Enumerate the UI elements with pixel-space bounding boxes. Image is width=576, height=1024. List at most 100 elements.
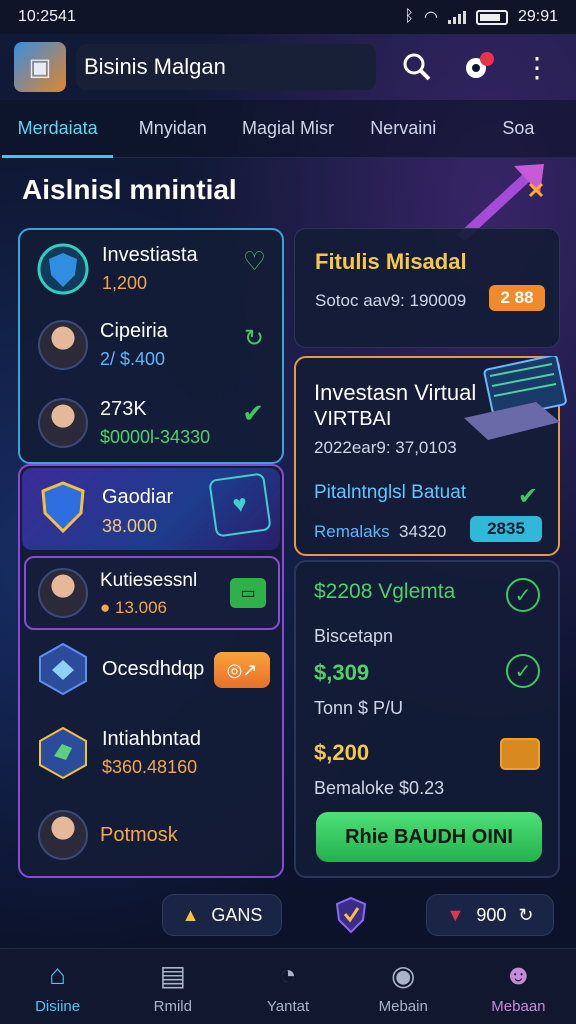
summary-item: Tonn $ P/U [314, 698, 404, 718]
tab-bar: Merdaiata Mnyidan Magial Misr Nervaini S… [0, 100, 576, 158]
status-time: 10:2541 [18, 8, 76, 25]
summary-title: $2208 Vglemta [314, 580, 456, 603]
app-title-text: Bisinis Malgan [84, 54, 226, 79]
summary-card: $2208 Vglemta ✓ Biscetapn $,309 ✓ Tonn $… [294, 560, 560, 878]
shield-icon [36, 242, 90, 296]
avatar [38, 810, 88, 860]
chart-icon: ◔ [279, 959, 297, 990]
list-item-name: Investiasta [102, 244, 198, 266]
status-right-text: 29:91 [517, 8, 558, 25]
nav-label: Rmild [153, 998, 192, 1015]
portfolio-card: Gaodiar 38.000 ♥ Kutiesessnl ● 13.006 ▭ … [18, 464, 284, 878]
gans-chip[interactable]: ▲ GANS [162, 894, 282, 936]
list-item[interactable]: 273K $0000l-34330 [38, 398, 210, 448]
list-item-value: 1,200 [102, 273, 148, 293]
list-item-value: ● 13.006 [100, 598, 167, 617]
virtual-footer: Remalaks 34320 [314, 522, 447, 541]
virtual-title-2: VIRTBAI [314, 408, 392, 430]
battery-icon [475, 9, 508, 25]
status-icons: ᛒ ◠ 29:91 [404, 7, 558, 27]
document-icon: ♥ [208, 472, 272, 538]
cta-button[interactable]: Rhie BAUDH OINI [316, 812, 542, 862]
check-icon: ✔ [242, 398, 264, 428]
city-banner[interactable]: Gaodiar 38.000 ♥ [22, 468, 280, 550]
app-bar: ▣ Bisinis Malgan ⋮ [0, 34, 576, 100]
refresh-icon: ↻ [243, 325, 264, 352]
shield-icon[interactable] [334, 896, 368, 934]
status-bar: 10:2541 ᛒ ◠ 29:91 [0, 0, 576, 34]
featured-card[interactable]: Fitulis Misadal Sotoc aav9: 190009 2 88 [294, 228, 560, 348]
check-circle-icon: ✓ [506, 654, 540, 688]
list-item-name: Ocesdhdqp [102, 657, 205, 680]
notification-icon[interactable] [460, 50, 494, 84]
summary-item: Biscetapn [314, 626, 394, 646]
banner-title: Gaodiar [102, 486, 174, 508]
tab-magial-misr[interactable]: Magial Misr [230, 100, 345, 157]
coin-button[interactable]: ◎↗ [214, 652, 270, 688]
nav-profile[interactable]: ☻ Mebaan [461, 949, 576, 1024]
summary-item: Bemaloke $0.23 [314, 778, 445, 798]
pin-icon: ◉ [390, 959, 416, 991]
tab-soa[interactable]: Soa [461, 100, 576, 157]
bluetooth-icon: ᛒ [404, 8, 414, 25]
nav-label: Yantat [266, 998, 310, 1015]
list-item[interactable]: Cipeiria 2/ $.400 [38, 320, 168, 370]
summary-item: $,200 [314, 740, 370, 765]
tab-mnyidan[interactable]: Mnyidan [115, 100, 230, 157]
list-item[interactable]: Investiasta 1,200 [36, 242, 198, 296]
nav-card[interactable]: ▤ Rmild [115, 949, 230, 1024]
section-title: Aislnisl mnintial [22, 174, 237, 205]
list-item-name: 273K [100, 398, 147, 420]
wifi-icon: ◠ [423, 9, 438, 26]
nav-home[interactable]: ⌂ Disiine [0, 949, 115, 1024]
nav-label: Mebaan [491, 998, 546, 1015]
warning-icon: ▲ [181, 904, 200, 925]
home-icon: ⌂ [49, 959, 67, 990]
emblem-icon [36, 726, 90, 780]
briefcase-icon [500, 738, 540, 770]
virtual-highlight: Pitalntnglsl Batuat [314, 482, 467, 503]
list-item-value: $360.48160 [102, 757, 198, 777]
tab-merdaiata[interactable]: Merdaiata [0, 100, 115, 158]
virtual-pill: 2835 [470, 516, 542, 542]
card-icon: ▤ [159, 959, 187, 991]
list-item[interactable]: Ocesdhdqp [36, 642, 204, 696]
briefcase-icon[interactable]: ▭ [230, 578, 266, 608]
check-icon: ✔ [517, 483, 538, 510]
nav-chart[interactable]: ◔ Yantat [230, 949, 345, 1024]
list-item-name: Kutiesessnl [100, 570, 198, 591]
virtual-investment-card[interactable]: Investasn Virtual VIRTBAI 2022ear9: 37,0… [294, 354, 567, 556]
summary-item: $,309 [314, 660, 370, 685]
more-icon[interactable]: ⋮ [520, 50, 554, 84]
list-item[interactable]: Intiahbntad $360.48160 [36, 726, 201, 780]
bottom-nav: ⌂ Disiine ▤ Rmild ◔ Yantat ◉ Mebain ☻ Me… [0, 948, 576, 1024]
featured-subtitle: Sotoc aav9: 190009 [315, 291, 467, 310]
featured-title: Fitulis Misadal [315, 249, 467, 274]
tab-nervaini[interactable]: Nervaini [346, 100, 461, 157]
list-item[interactable]: Potmosk [38, 810, 178, 860]
list-item-name: Potmosk [100, 823, 178, 846]
shield-check-icon: ♡ [242, 246, 266, 276]
refresh-icon: ↻ [518, 904, 534, 925]
list-item-value: $0000l-34330 [100, 427, 211, 447]
featured-pill: 2 88 [489, 285, 545, 311]
virtual-subtitle: 2022ear9: 37,0103 [314, 438, 457, 457]
score-chip[interactable]: ▼ 900 ↻ [426, 894, 554, 936]
gans-chip-label: GANS [211, 904, 263, 925]
list-item-value: 2/ $.400 [100, 349, 166, 369]
laptop-icon [460, 354, 570, 446]
check-circle-icon: ✓ [506, 578, 540, 612]
nav-label: Disiine [35, 998, 81, 1015]
shield-icon [36, 480, 90, 534]
investment-list-card: Investiasta 1,200 ♡ Cipeiria 2/ $.400 ↻ … [18, 228, 284, 464]
avatar [38, 568, 88, 618]
nav-pin[interactable]: ◉ Mebain [346, 949, 461, 1024]
list-item-name: Intiahbntad [102, 728, 201, 750]
list-item[interactable]: Kutiesessnl ● 13.006 ▭ [24, 556, 280, 630]
banner-value: 38.000 [102, 516, 158, 536]
app-actions: ⋮ [400, 50, 562, 84]
avatar [38, 398, 88, 448]
signal-icon [447, 10, 466, 24]
search-icon[interactable] [400, 50, 434, 84]
emblem-icon [36, 642, 90, 696]
